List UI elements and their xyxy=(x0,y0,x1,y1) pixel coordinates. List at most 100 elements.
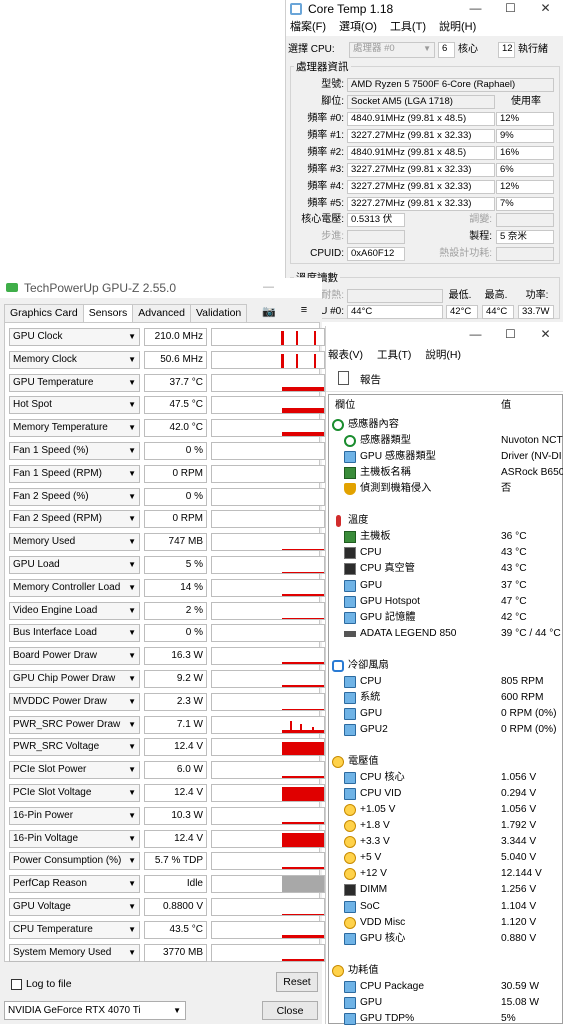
menu-options[interactable]: 選項(O) xyxy=(339,18,377,36)
sensor-item[interactable]: GPU 0 RPM (0%) xyxy=(329,706,563,722)
maximize-icon[interactable]: ☐ xyxy=(493,0,528,16)
sensor-name-dropdown[interactable]: Fan 1 Speed (RPM) ▼ xyxy=(9,464,140,483)
sensor-value: 43 °C xyxy=(501,563,527,575)
sensor-item[interactable]: CPU Package 30.59 W xyxy=(329,979,563,995)
sensor-name-dropdown[interactable]: Memory Clock ▼ xyxy=(9,350,140,369)
cpu-select[interactable]: 處理器 #0 ▼ xyxy=(349,42,435,58)
sensor-item[interactable]: ADATA LEGEND 850 39 °C / 44 °C xyxy=(329,626,563,642)
coretemp-titlebar: Core Temp 1.18 — ☐ ✕ xyxy=(286,0,563,18)
sensor-label: CPU Package xyxy=(360,980,424,992)
tab-advanced[interactable]: Advanced xyxy=(132,304,191,322)
sensor-item[interactable]: VDD Misc 1.120 V xyxy=(329,915,563,931)
sensor-item[interactable]: CPU 43 °C xyxy=(329,545,563,561)
sensor-item[interactable]: GPU 37 °C xyxy=(329,578,563,594)
sensor-item[interactable]: GPU 感應器類型 Driver (NV-DI xyxy=(329,449,563,465)
sensor-name-dropdown[interactable]: Fan 2 Speed (%) ▼ xyxy=(9,487,140,506)
sensor-item[interactable]: 感應器類型 Nuvoton NCT xyxy=(329,433,563,449)
sensor-name-dropdown[interactable]: CPU Temperature ▼ xyxy=(9,920,140,939)
sensor-name-dropdown[interactable]: 16-Pin Power ▼ xyxy=(9,806,140,825)
sensor-name-dropdown[interactable]: GPU Temperature ▼ xyxy=(9,373,140,392)
sensor-item[interactable]: CPU 核心 1.056 V xyxy=(329,770,563,786)
tab-sensors[interactable]: Sensors xyxy=(82,304,134,323)
sensor-item[interactable]: GPU Hotspot 47 °C xyxy=(329,594,563,610)
sensor-group[interactable]: 電壓值 xyxy=(329,754,563,770)
sensor-item[interactable]: GPU 15.08 W xyxy=(329,995,563,1011)
sensor-name-dropdown[interactable]: Fan 2 Speed (RPM) ▼ xyxy=(9,510,140,529)
sensor-name-dropdown[interactable]: System Memory Used ▼ xyxy=(9,943,140,962)
sensor-name-dropdown[interactable]: Fan 1 Speed (%) ▼ xyxy=(9,442,140,460)
sensor-name-dropdown[interactable]: Hot Spot ▼ xyxy=(9,396,140,415)
tab-validation[interactable]: Validation xyxy=(189,304,248,322)
sensor-name-dropdown[interactable]: PerfCap Reason ▼ xyxy=(9,875,140,894)
sensor-name-dropdown[interactable]: Board Power Draw ▼ xyxy=(9,647,140,666)
camera-icon[interactable]: 📷 xyxy=(262,305,276,318)
menu-file[interactable]: 檔案(F) xyxy=(290,18,326,36)
menu-tools[interactable]: 工具(T) xyxy=(377,346,411,364)
minimize-icon[interactable]: — xyxy=(458,0,493,16)
sensor-group[interactable]: 感應器內容 xyxy=(329,417,563,433)
sensor-item[interactable]: GPU 記憶體 42 °C xyxy=(329,610,563,626)
close-icon[interactable]: ✕ xyxy=(528,326,563,342)
sensor-item[interactable]: +1.05 V 1.056 V xyxy=(329,802,563,818)
close-icon[interactable]: ✕ xyxy=(528,0,563,16)
sensor-item[interactable]: +5 V 5.040 V xyxy=(329,850,563,866)
sensor-name-dropdown[interactable]: PCIe Slot Power ▼ xyxy=(9,761,140,780)
sensor-item[interactable]: SoC 1.104 V xyxy=(329,899,563,915)
sensor-item[interactable]: 主機板名稱 ASRock B650M xyxy=(329,465,563,481)
maximize-icon[interactable]: ☐ xyxy=(493,326,528,342)
menu-help[interactable]: 說明(H) xyxy=(425,346,461,364)
close-button[interactable]: Close xyxy=(262,1001,318,1020)
monitor-icon xyxy=(344,900,356,913)
sensor-name-dropdown[interactable]: GPU Load ▼ xyxy=(9,556,140,574)
sensor-item[interactable]: +12 V 12.144 V xyxy=(329,866,563,882)
minimize-icon[interactable]: — xyxy=(458,326,493,342)
sensor-value: 1.256 V xyxy=(501,884,537,896)
gpu-select[interactable]: NVIDIA GeForce RTX 4070 Ti ▼ xyxy=(4,1001,186,1020)
sensor-graph xyxy=(211,487,325,506)
column-value[interactable]: 值 xyxy=(501,398,511,414)
sensor-group[interactable]: 功耗值 xyxy=(329,963,563,979)
sensor-item[interactable]: DIMM 1.256 V xyxy=(329,882,563,898)
sensor-name-dropdown[interactable]: GPU Voltage ▼ xyxy=(9,898,140,916)
report-icon[interactable] xyxy=(338,371,349,385)
sensor-item[interactable]: CPU 真空管 43 °C xyxy=(329,561,563,577)
column-field[interactable]: 欄位 xyxy=(335,398,355,414)
sensor-name-dropdown[interactable]: Memory Used ▼ xyxy=(9,533,140,552)
minimize-icon[interactable]: — xyxy=(263,281,274,293)
menu-report[interactable]: 報表(V) xyxy=(328,346,363,364)
sensor-name-dropdown[interactable]: PCIe Slot Voltage ▼ xyxy=(9,784,140,802)
sensor-name-dropdown[interactable]: Power Consumption (%) ▼ xyxy=(9,852,140,871)
sensor-item[interactable]: CPU VID 0.294 V xyxy=(329,786,563,802)
sensor-group[interactable]: 溫度 xyxy=(329,513,563,529)
log-to-file-checkbox[interactable] xyxy=(11,979,22,990)
reset-button[interactable]: Reset xyxy=(276,972,318,992)
sensor-item[interactable]: GPU2 0 RPM (0%) xyxy=(329,722,563,738)
sensor-name-dropdown[interactable]: GPU Chip Power Draw ▼ xyxy=(9,670,140,688)
menu-help[interactable]: 說明(H) xyxy=(439,18,476,36)
sensor-item[interactable]: +1.8 V 1.792 V xyxy=(329,818,563,834)
sensor-item[interactable]: +3.3 V 3.344 V xyxy=(329,834,563,850)
report-label[interactable]: 報告 xyxy=(360,372,381,387)
sensor-value: 0.880 V xyxy=(501,932,537,944)
sensor-row: GPU Temperature ▼ 37.7 °C xyxy=(9,373,325,393)
sensor-item[interactable]: 系統 600 RPM xyxy=(329,690,563,706)
sensor-label: CPU xyxy=(360,547,382,559)
sensor-name-dropdown[interactable]: Video Engine Load ▼ xyxy=(9,601,140,620)
sensor-name-dropdown[interactable]: 16-Pin Voltage ▼ xyxy=(9,829,140,848)
menu-icon[interactable]: ≡ xyxy=(292,304,316,320)
sensor-name-dropdown[interactable]: Memory Controller Load ▼ xyxy=(9,578,140,597)
sensor-name-dropdown[interactable]: Bus Interface Load ▼ xyxy=(9,624,140,643)
sensor-name-dropdown[interactable]: MVDDC Power Draw ▼ xyxy=(9,692,140,711)
sensor-group[interactable]: 冷卻風扇 xyxy=(329,658,563,674)
sensor-item[interactable]: 主機板 36 °C xyxy=(329,529,563,545)
sensor-item[interactable]: GPU 核心 0.880 V xyxy=(329,931,563,947)
sensor-name-dropdown[interactable]: GPU Clock ▼ xyxy=(9,328,140,346)
tab-graphics-card[interactable]: Graphics Card xyxy=(4,304,84,322)
sensor-item[interactable]: GPU TDP% 5% xyxy=(329,1011,563,1027)
menu-tools[interactable]: 工具(T) xyxy=(390,18,426,36)
sensor-name-dropdown[interactable]: PWR_SRC Power Draw ▼ xyxy=(9,715,140,734)
sensor-item[interactable]: 偵測到機箱侵入 否 xyxy=(329,481,563,497)
sensor-name-dropdown[interactable]: Memory Temperature ▼ xyxy=(9,419,140,438)
sensor-name-dropdown[interactable]: PWR_SRC Voltage ▼ xyxy=(9,738,140,757)
sensor-item[interactable]: CPU 805 RPM xyxy=(329,674,563,690)
